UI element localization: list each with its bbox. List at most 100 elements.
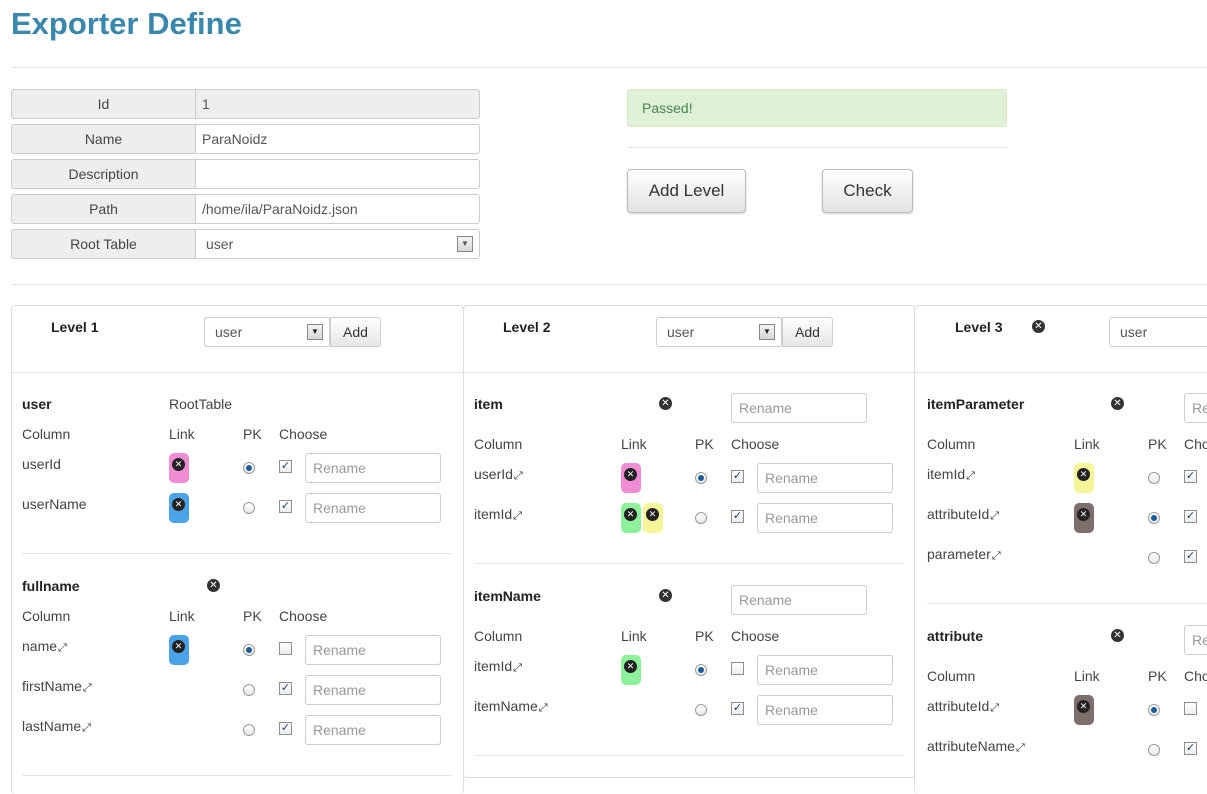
choose-checkbox[interactable] [279,642,292,655]
add-table-button[interactable]: Add [330,317,381,347]
pk-radio[interactable] [1148,704,1160,716]
choose-checkbox[interactable]: ✓ [731,702,744,715]
table-name: user [22,396,52,412]
remove-link-icon[interactable]: ✕ [172,640,185,653]
choose-checkbox[interactable] [1184,702,1197,715]
remove-link-icon[interactable]: ✕ [172,458,185,471]
column-name: userId [22,456,61,472]
link-chip[interactable]: ✕ [621,463,641,493]
root-table-tag: RootTable [169,396,233,412]
link-chip[interactable]: ✕ [169,493,189,523]
remove-link-icon[interactable]: ✕ [646,508,659,521]
rename-input[interactable]: Rename [305,715,441,745]
pk-radio[interactable] [243,724,255,736]
description-field[interactable] [195,159,480,189]
root-table-select[interactable]: user ▼ [195,229,480,259]
link-chip[interactable]: ✕ [643,503,663,533]
choose-checkbox[interactable]: ✓ [731,510,744,523]
table-rename-input[interactable]: Rename [731,393,867,423]
table-select[interactable]: user ▼ [204,317,330,347]
choose-checkbox[interactable]: ✓ [279,460,292,473]
pk-radio[interactable] [695,472,707,484]
rename-input[interactable]: Rename [757,695,893,725]
check-button[interactable]: Check [822,169,913,213]
rename-input[interactable]: Rename [757,503,893,533]
table-select[interactable]: user [1109,317,1207,347]
column-name: parameter⤢ [927,546,1001,563]
rename-input[interactable]: Rename [757,655,893,685]
divider [927,603,1207,604]
choose-checkbox[interactable]: ✓ [731,470,744,483]
level-panel-1: Level 1 user ▼ Add user RootTable Column… [11,305,464,794]
remove-link-icon[interactable]: ✕ [1077,700,1090,713]
pk-radio[interactable] [1148,744,1160,756]
pk-radio[interactable] [695,704,707,716]
link-chip[interactable]: ✕ [1074,695,1094,725]
path-label: Path [11,194,196,224]
choose-checkbox[interactable]: ✓ [279,722,292,735]
remove-link-icon[interactable]: ✕ [624,660,637,673]
column-name-text: lastName [22,718,82,734]
remove-table-icon[interactable]: ✕ [1111,629,1124,642]
pk-radio[interactable] [1148,472,1160,484]
choose-checkbox[interactable]: ✓ [1184,742,1197,755]
rename-input[interactable]: Rename [305,675,441,705]
pk-header: PK [243,426,262,442]
link-chip[interactable]: ✕ [1074,463,1094,493]
rename-input[interactable]: Rename [305,493,441,523]
level-panel-3: Level 3 ✕ user itemParameter ✕ Re Column… [914,305,1207,794]
table-select[interactable]: user ▼ [656,317,782,347]
link-chip[interactable]: ✕ [169,453,189,483]
remove-link-icon[interactable]: ✕ [1077,508,1090,521]
column-name-text: attributeId [927,506,990,522]
table-rename-input[interactable]: Re [1184,625,1207,655]
divider [627,147,1007,148]
pk-radio[interactable] [243,684,255,696]
choose-checkbox[interactable]: ✓ [279,682,292,695]
remove-table-icon[interactable]: ✕ [207,579,220,592]
choose-header: Choose [731,628,780,644]
choose-checkbox[interactable]: ✓ [279,500,292,513]
pk-radio[interactable] [1148,512,1160,524]
pk-radio[interactable] [243,502,255,514]
name-field[interactable]: ParaNoidz [195,124,480,154]
link-chip[interactable]: ✕ [169,635,189,665]
link-icon: ⤢ [538,702,548,714]
chevron-down-icon[interactable]: ▼ [457,236,473,252]
remove-table-icon[interactable]: ✕ [659,397,672,410]
rename-input[interactable]: Rename [305,635,441,665]
remove-level-icon[interactable]: ✕ [1032,320,1045,333]
remove-link-icon[interactable]: ✕ [172,498,185,511]
pk-radio[interactable] [1148,552,1160,564]
choose-checkbox[interactable]: ✓ [1184,550,1197,563]
column-name: name⤢ [22,638,67,655]
table-rename-input[interactable]: Re [1184,393,1207,423]
remove-link-icon[interactable]: ✕ [624,508,637,521]
remove-table-icon[interactable]: ✕ [659,589,672,602]
divider [474,755,904,756]
rename-input[interactable]: Rename [305,453,441,483]
add-table-button[interactable]: Add [782,317,833,347]
pk-radio[interactable] [243,644,255,656]
table-rename-input[interactable]: Rename [731,585,867,615]
remove-link-icon[interactable]: ✕ [624,468,637,481]
pk-header: PK [1148,436,1167,452]
pk-radio[interactable] [243,462,255,474]
chevron-down-icon[interactable]: ▼ [759,324,775,340]
add-level-button[interactable]: Add Level [627,169,746,213]
link-chip[interactable]: ✕ [621,503,641,533]
choose-checkbox[interactable]: ✓ [1184,470,1197,483]
choose-checkbox[interactable] [731,662,744,675]
link-icon: ⤢ [990,702,1000,714]
pk-radio[interactable] [695,512,707,524]
link-chip[interactable]: ✕ [1074,503,1094,533]
remove-link-icon[interactable]: ✕ [1077,468,1090,481]
remove-table-icon[interactable]: ✕ [1111,397,1124,410]
pk-radio[interactable] [695,664,707,676]
rename-input[interactable]: Rename [757,463,893,493]
column-header: Column [22,426,71,442]
path-field[interactable]: /home/ila/ParaNoidz.json [195,194,480,224]
choose-checkbox[interactable]: ✓ [1184,510,1197,523]
link-chip[interactable]: ✕ [621,655,641,685]
chevron-down-icon[interactable]: ▼ [307,324,323,340]
